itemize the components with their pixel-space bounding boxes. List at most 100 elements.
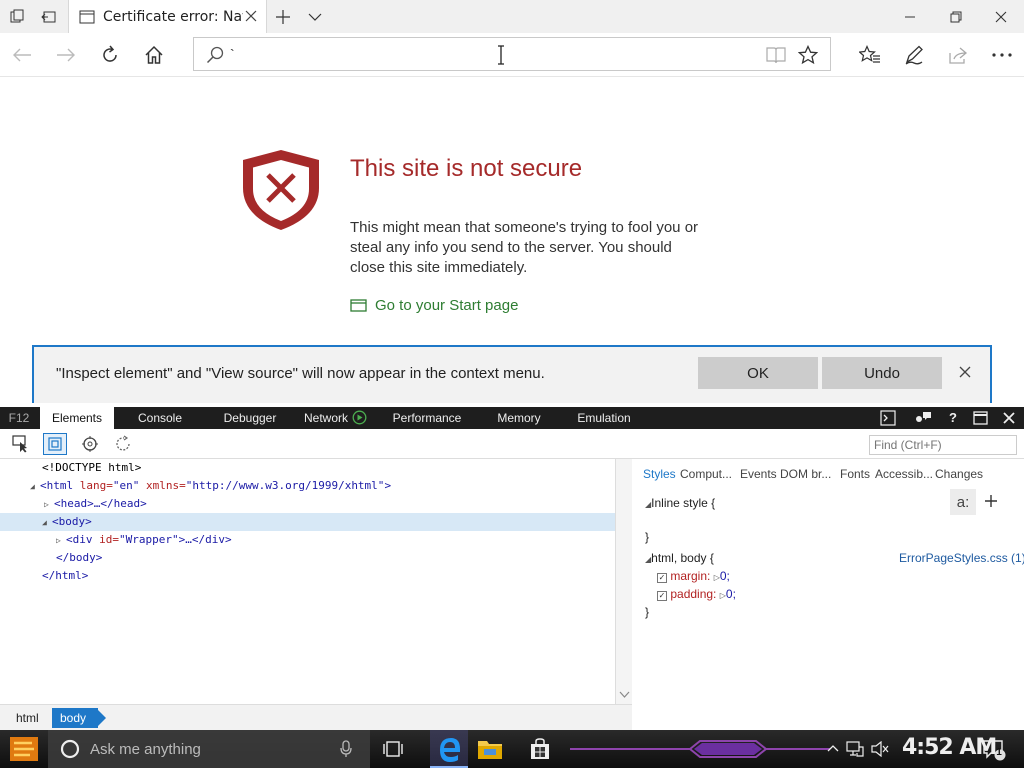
tab-network[interactable]: Network [296, 407, 356, 429]
select-element-icon[interactable] [12, 435, 30, 453]
breadcrumb-body[interactable]: body [52, 708, 99, 728]
stylesheet-source-link[interactable]: ErrorPageStyles.css (1) [899, 551, 1024, 565]
dom-scrollbar[interactable] [615, 459, 632, 704]
file-explorer-icon[interactable] [476, 736, 504, 762]
collapsed-triangle-icon[interactable]: ▷ [44, 496, 54, 514]
breadcrumb-html[interactable]: html [8, 708, 47, 728]
reading-view-icon[interactable] [766, 46, 786, 64]
highlight-elements-icon[interactable] [43, 433, 67, 455]
rule-close: } [645, 605, 650, 619]
devtools-tab-strip: F12 Elements Console Debugger Network Pe… [0, 407, 1024, 429]
f12-label: F12 [8, 411, 30, 425]
expanded-triangle-icon[interactable]: ◢ [30, 478, 40, 496]
tab-accessibility[interactable]: Accessib... [875, 467, 933, 481]
refresh-icon[interactable] [93, 38, 127, 72]
new-pseudo-rule-button[interactable]: a: [950, 489, 976, 515]
tab-memory[interactable]: Memory [486, 407, 552, 429]
network-icon[interactable] [846, 741, 864, 757]
checkbox-checked-icon[interactable]: ✓ [657, 591, 667, 601]
minimize-icon[interactable] [887, 0, 933, 33]
dom-node-html-close[interactable]: </html> [0, 567, 615, 585]
close-devtools-icon[interactable] [1003, 412, 1015, 424]
undo-button[interactable]: Undo [822, 357, 942, 389]
tab-debugger[interactable]: Debugger [208, 407, 292, 429]
tab-events[interactable]: Events [740, 467, 777, 481]
dom-node-body-close[interactable]: </body> [0, 549, 615, 567]
color-picker-icon[interactable] [82, 436, 98, 452]
tab-computed[interactable]: Comput... [680, 467, 732, 481]
collapsed-triangle-icon[interactable]: ▷ [56, 532, 66, 550]
start-page-link-label[interactable]: Go to your Start page [375, 297, 518, 314]
taskbar-search-placeholder[interactable]: Ask me anything [90, 741, 201, 758]
dom-node-div-wrapper[interactable]: ▷ <div id="Wrapper">…</div> [0, 531, 615, 549]
tab-changes[interactable]: Changes [935, 467, 983, 481]
dom-node-body[interactable]: ◢ <body> [0, 513, 615, 531]
element-state-icon[interactable] [115, 435, 133, 453]
taskbar-search[interactable]: Ask me anything [48, 730, 370, 768]
tab-console[interactable]: Console [118, 407, 202, 429]
start-page-link[interactable]: Go to your Start page [350, 297, 518, 314]
network-recording-icon [352, 410, 367, 425]
tab-elements[interactable]: Elements [40, 407, 114, 429]
web-note-pen-icon[interactable] [897, 38, 931, 72]
close-notification-icon[interactable] [958, 365, 972, 379]
back-icon[interactable] [5, 38, 39, 72]
browser-tab[interactable]: Certificate error: Naviga [68, 0, 267, 33]
dom-node-head[interactable]: ▷ <head>…</head> [0, 495, 615, 513]
breadcrumb: html body [0, 704, 632, 730]
tab-dom-breakpoints[interactable]: DOM br... [780, 467, 831, 481]
ok-button[interactable]: OK [698, 357, 818, 389]
inline-style-close: } [645, 530, 650, 544]
tab-styles[interactable]: Styles [643, 467, 676, 481]
taskbar: Ask me anything 4:52 AM 1 [0, 730, 1024, 768]
share-icon[interactable] [941, 38, 975, 72]
rule-selector[interactable]: ◢html, body { [645, 551, 714, 565]
favorite-star-icon[interactable] [798, 45, 818, 65]
set-tabs-aside-icon[interactable] [32, 0, 66, 33]
more-options-icon[interactable] [985, 38, 1019, 72]
tab-fonts[interactable]: Fonts [840, 467, 870, 481]
favorites-hub-icon[interactable] [853, 38, 887, 72]
dom-node-doctype[interactable]: <!DOCTYPE html> [0, 459, 615, 477]
address-bar[interactable] [193, 37, 831, 71]
tab-emulation[interactable]: Emulation [568, 407, 640, 429]
address-input[interactable] [230, 45, 750, 63]
styles-pane: Styles Comput... Events DOM br... Fonts … [633, 459, 1024, 730]
tab-list-icon[interactable] [0, 0, 34, 33]
forward-icon[interactable] [49, 38, 83, 72]
undock-icon[interactable] [973, 411, 988, 425]
help-icon[interactable]: ? [946, 410, 960, 426]
close-tab-icon[interactable] [244, 9, 258, 23]
home-icon[interactable] [137, 38, 171, 72]
edge-taskbar-icon[interactable] [430, 730, 468, 768]
close-window-icon[interactable] [978, 0, 1024, 33]
browser-window-icon [350, 299, 367, 312]
store-icon[interactable] [528, 737, 552, 761]
margin-declaration[interactable]: ✓ margin: ▷0; [657, 569, 730, 583]
microphone-icon[interactable] [340, 740, 352, 758]
restore-icon[interactable] [933, 0, 979, 33]
tab-performance[interactable]: Performance [382, 407, 472, 429]
console-toggle-icon[interactable] [880, 410, 896, 426]
padding-declaration[interactable]: ✓ padding: ▷0; [657, 587, 736, 601]
chevron-down-icon[interactable] [298, 0, 332, 33]
add-rule-icon[interactable] [983, 493, 999, 509]
checkbox-checked-icon[interactable]: ✓ [657, 573, 667, 583]
navigation-bar [0, 33, 1024, 77]
devtools-toolbar [0, 429, 1024, 459]
error-description: This might mean that someone's trying to… [350, 219, 699, 276]
feedback-icon[interactable] [914, 410, 932, 426]
expanded-triangle-icon[interactable]: ◢ [42, 514, 52, 532]
find-input[interactable] [869, 435, 1017, 455]
new-tab-icon[interactable] [266, 0, 300, 33]
inline-style-header[interactable]: ◢Inline style { [645, 496, 715, 510]
dom-tree-pane: <!DOCTYPE html> ◢ <html lang="en" xmlns="… [0, 459, 632, 704]
dom-node-html[interactable]: ◢ <html lang="en" xmlns="http://www.w3.or… [0, 477, 615, 495]
start-icon[interactable] [8, 735, 40, 763]
chevron-up-icon[interactable] [827, 744, 839, 752]
volume-muted-icon[interactable] [871, 741, 889, 757]
notification-message: "Inspect element" and "View source" will… [56, 365, 545, 382]
task-view-icon[interactable] [382, 740, 404, 758]
search-icon [206, 46, 224, 64]
tab-title: Certificate error: Naviga [103, 8, 243, 25]
